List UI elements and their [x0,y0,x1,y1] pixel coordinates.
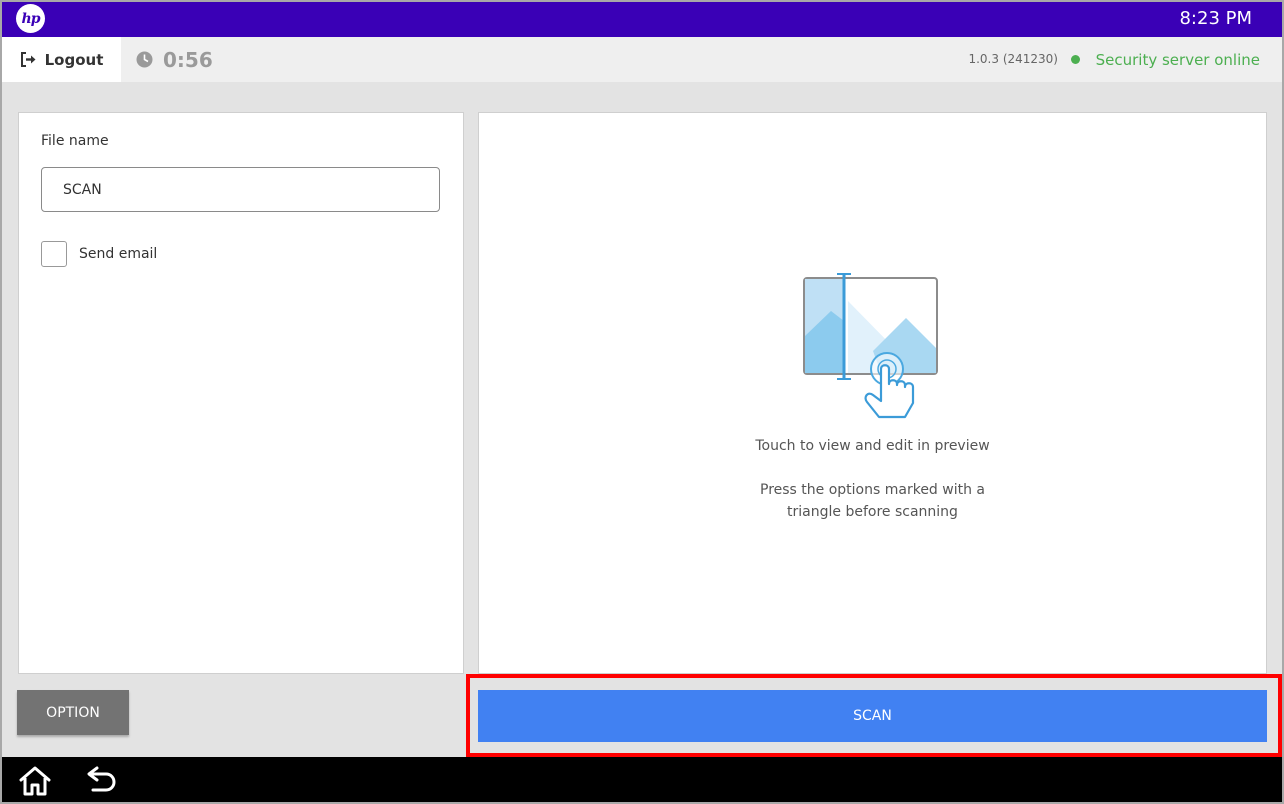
touch-preview-icon [803,273,938,419]
file-name-label: File name [41,133,109,149]
logout-label: Logout [44,50,104,69]
hp-logo: hp [16,4,45,33]
version-label: 1.0.3 (241230) [968,52,1058,66]
server-status: Security server online [1070,37,1260,82]
file-name-input[interactable] [41,167,440,212]
clock: 8:23 PM [1179,8,1252,29]
hp-logo-text: hp [21,10,41,27]
main-area: File name Send email Touch to vi [2,82,1282,757]
top-bar: hp 8:23 PM [0,0,1284,37]
options-hint-line1: Press the options marked with a [760,482,985,498]
send-email-label: Send email [79,246,158,262]
send-email-option[interactable]: Send email [41,241,157,267]
options-hint-line2: triangle before scanning [787,504,958,520]
home-icon[interactable] [18,765,52,797]
preview-panel[interactable]: Touch to view and edit in preview Press … [478,112,1267,674]
bottom-nav-bar [0,757,1284,804]
logout-button[interactable]: Logout [2,37,121,82]
scan-button[interactable]: SCAN [478,690,1267,742]
settings-panel: File name Send email [18,112,464,674]
status-text: Security server online [1095,50,1260,69]
status-dot-icon [1070,55,1080,64]
touch-preview-text: Touch to view and edit in preview [755,438,990,454]
logout-icon [20,52,36,67]
back-icon[interactable] [84,765,118,797]
session-timer: 0:56 [136,37,213,82]
option-button[interactable]: OPTION [17,690,129,735]
session-bar: Logout 0:56 1.0.3 (241230) Security serv… [2,37,1282,82]
send-email-checkbox[interactable] [41,241,67,267]
clock-icon [136,51,153,68]
timer-value: 0:56 [163,47,213,72]
